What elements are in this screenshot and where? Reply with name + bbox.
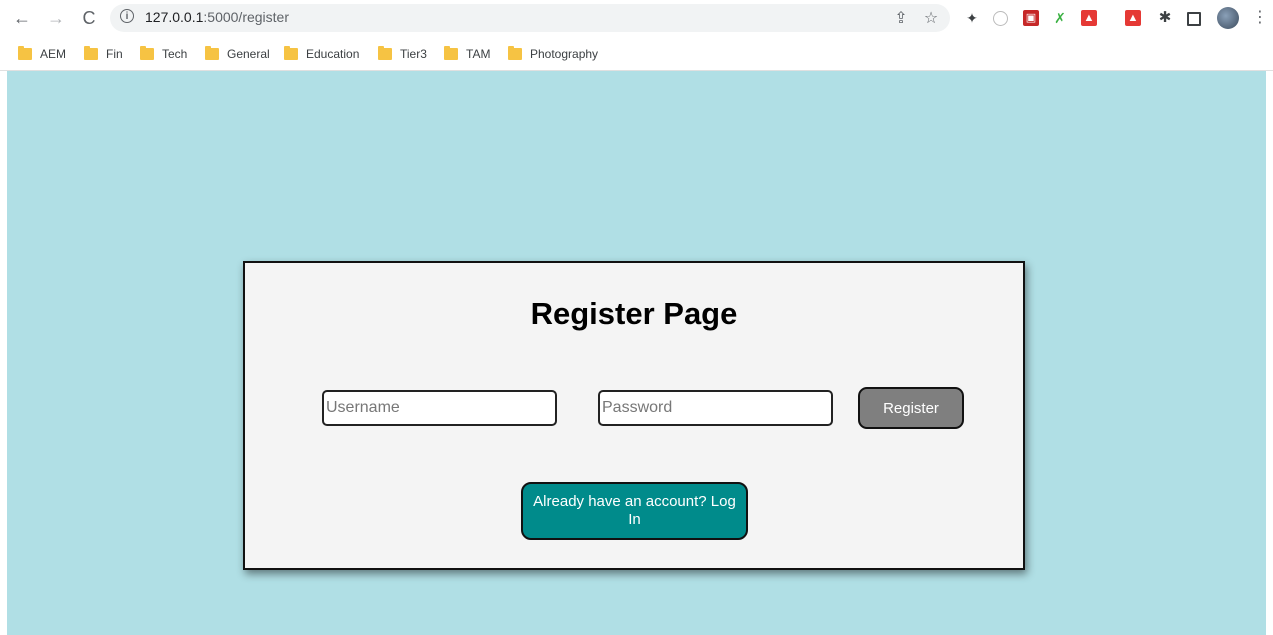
bookmark-label: AEM (40, 47, 67, 61)
url-host: 127.0.0.1 (145, 9, 204, 25)
bookmark-label: Tier3 (400, 47, 427, 61)
bookmarks-bar: AEM Fin Tech General Education Tier3 TAM… (0, 40, 1273, 71)
folder-icon (378, 46, 392, 60)
folder-icon (18, 46, 32, 60)
page-viewport: Register Page Register Already have an a… (7, 71, 1266, 635)
url-path: :5000/register (203, 9, 289, 25)
username-input[interactable] (322, 390, 557, 426)
register-card: Register Page Register Already have an a… (243, 261, 1025, 570)
bookmark-label: Fin (106, 47, 123, 61)
extension-red-icon[interactable]: ▣ (1023, 10, 1039, 26)
address-bar[interactable]: i 127.0.0.1:5000/register ⇪ ☆ (110, 4, 950, 32)
share-icon[interactable]: ⇪ (892, 10, 910, 28)
folder-icon (444, 46, 458, 60)
register-button[interactable]: Register (858, 387, 964, 429)
bookmark-tam[interactable]: TAM (444, 46, 490, 62)
folder-icon (508, 46, 522, 60)
kebab-menu-icon[interactable]: ⋮ (1252, 8, 1268, 28)
page-title: Register Page (530, 296, 738, 331)
browser-toolbar: ← → C i 127.0.0.1:5000/register ⇪ ☆ ✦ ▣ … (0, 0, 1273, 40)
puzzle-icon[interactable]: ✱ (1157, 10, 1173, 26)
bookmark-general[interactable]: General (205, 46, 270, 62)
bookmark-fin[interactable]: Fin (84, 46, 123, 62)
info-icon[interactable]: i (120, 9, 134, 23)
bookmark-education[interactable]: Education (284, 46, 359, 62)
bookmark-aem[interactable]: AEM (18, 46, 66, 62)
side-panel-icon[interactable] (1187, 12, 1201, 26)
avatar[interactable] (1217, 7, 1239, 29)
extension-green-icon[interactable]: ✗ (1052, 10, 1068, 26)
url-text[interactable]: 127.0.0.1:5000/register (145, 9, 289, 25)
extension-circle-icon[interactable] (993, 11, 1008, 26)
bookmark-label: Education (306, 47, 360, 61)
bookmark-tech[interactable]: Tech (140, 46, 187, 62)
password-input[interactable] (598, 390, 833, 426)
bookmark-tier3[interactable]: Tier3 (378, 46, 427, 62)
bookmark-label: TAM (466, 47, 491, 61)
bookmark-photography[interactable]: Photography (508, 46, 598, 62)
folder-icon (84, 46, 98, 60)
folder-icon (205, 46, 219, 60)
adobe-icon[interactable]: ▲ (1081, 10, 1097, 26)
folder-icon (284, 46, 298, 60)
login-link-button[interactable]: Already have an account? Log In (521, 482, 748, 540)
bookmark-label: Photography (530, 47, 599, 61)
reload-icon[interactable]: C (79, 8, 99, 28)
folder-icon (140, 46, 154, 60)
forward-arrow-icon[interactable]: → (46, 8, 66, 28)
bookmark-label: General (227, 47, 270, 61)
back-arrow-icon[interactable]: ← (12, 8, 32, 28)
star-icon[interactable]: ☆ (922, 10, 940, 28)
bookmark-label: Tech (162, 47, 188, 61)
extension-spy-icon[interactable]: ✦ (964, 10, 980, 26)
adobe-acrobat-icon[interactable]: ▲ (1125, 10, 1141, 26)
